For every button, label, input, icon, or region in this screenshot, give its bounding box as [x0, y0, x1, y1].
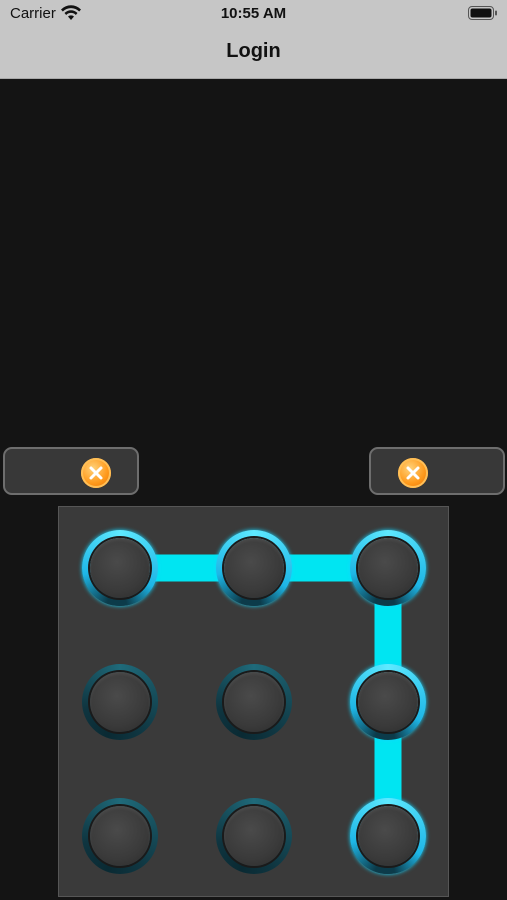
close-circle-icon[interactable] [398, 458, 428, 488]
dot-knob [224, 538, 284, 598]
pattern-dot-4[interactable] [82, 664, 158, 740]
dot-knob [358, 538, 418, 598]
pattern-dot-3[interactable] [350, 530, 426, 606]
dot-knob [90, 806, 150, 866]
pattern-dot-9[interactable] [350, 798, 426, 874]
status-bar: Carrier 10:55 AM [0, 0, 507, 28]
dot-knob [90, 672, 150, 732]
right-clear-pill [369, 447, 505, 495]
close-circle-icon[interactable] [81, 458, 111, 488]
pattern-dot-7[interactable] [82, 798, 158, 874]
dot-knob [224, 806, 284, 866]
battery-icon [468, 6, 497, 20]
pattern-lock-grid[interactable] [58, 506, 449, 897]
dot-knob [224, 672, 284, 732]
clock: 10:55 AM [220, 5, 287, 22]
page-title: Login [226, 40, 281, 62]
pattern-dot-5[interactable] [216, 664, 292, 740]
pattern-dot-1[interactable] [82, 530, 158, 606]
navigation-bar: Carrier 10:55 AM Login [0, 0, 507, 79]
pattern-dot-2[interactable] [216, 530, 292, 606]
left-clear-pill [3, 447, 139, 495]
dot-knob [358, 672, 418, 732]
pattern-dot-6[interactable] [350, 664, 426, 740]
dot-knob [90, 538, 150, 598]
pattern-dot-8[interactable] [216, 798, 292, 874]
dot-knob [358, 806, 418, 866]
